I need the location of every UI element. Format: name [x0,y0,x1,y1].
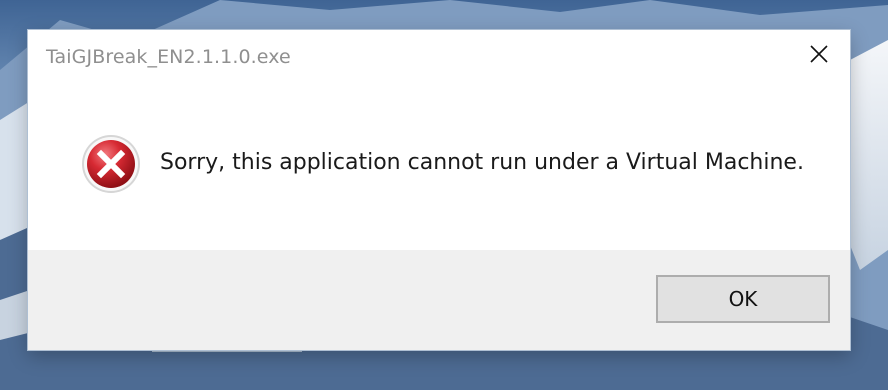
dialog-content: Sorry, this application cannot run under… [28,86,850,250]
dialog-footer: OK [28,250,850,350]
error-dialog: TaiGJBreak_EN2.1.1.0.exe Sorry, this app… [28,30,850,350]
dialog-title: TaiGJBreak_EN2.1.1.0.exe [46,46,291,68]
dialog-titlebar[interactable]: TaiGJBreak_EN2.1.1.0.exe [28,30,850,86]
close-icon [810,45,828,63]
error-icon [82,135,140,193]
ok-button[interactable]: OK [656,275,830,323]
close-button[interactable] [788,30,850,78]
error-message: Sorry, this application cannot run under… [160,150,804,175]
desktop-background: TaiGJBreak_EN2.1.1.0.exe Sorry, this app… [0,0,888,390]
